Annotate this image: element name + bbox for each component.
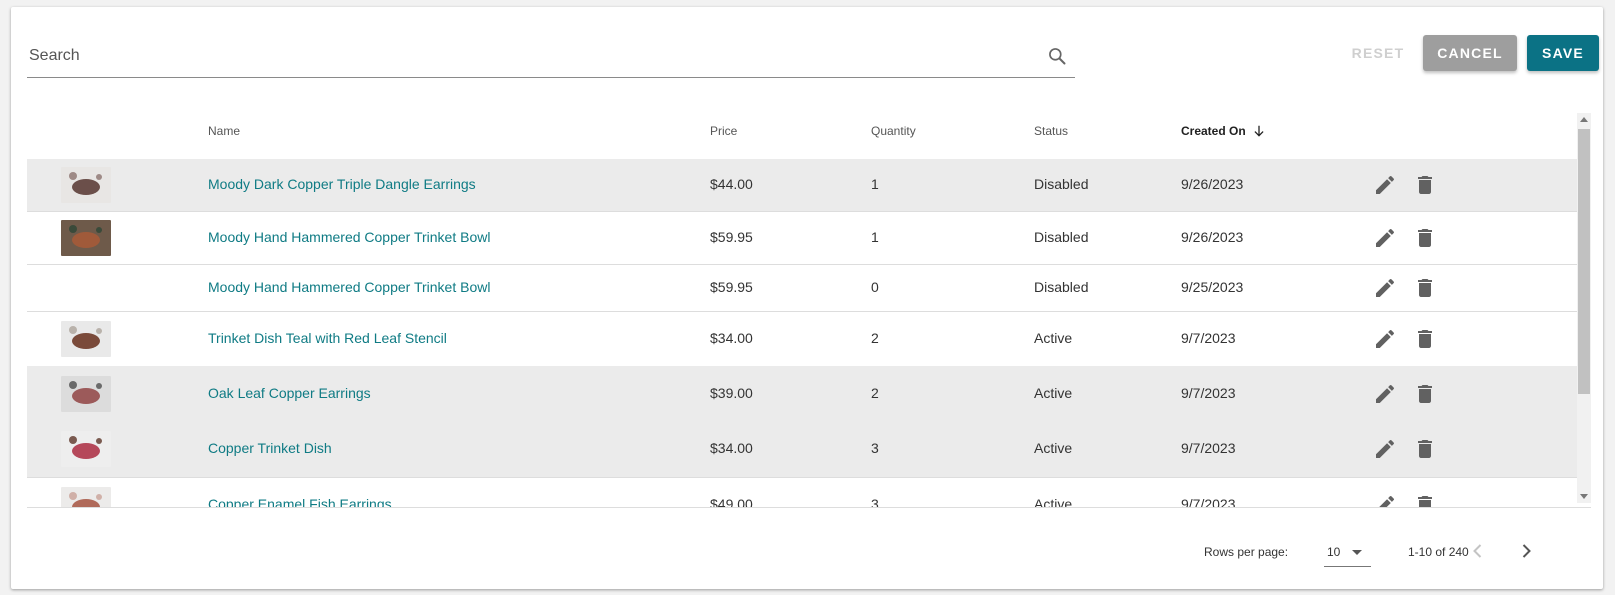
delete-icon[interactable]	[1413, 226, 1437, 250]
scroll-up-arrow-icon[interactable]	[1580, 117, 1588, 122]
quantity-cell: 1	[871, 176, 879, 192]
search-field[interactable]	[27, 35, 1075, 78]
quantity-cell: 3	[871, 496, 879, 508]
edit-icon[interactable]	[1373, 327, 1397, 351]
price-cell: $49.00	[710, 496, 753, 508]
created-on-cell: 9/26/2023	[1181, 229, 1244, 245]
product-thumbnail	[61, 321, 111, 357]
status-cell: Disabled	[1034, 176, 1089, 192]
edit-icon[interactable]	[1373, 173, 1397, 197]
column-header-created-on[interactable]: Created On	[1181, 124, 1266, 138]
quantity-cell: 1	[871, 229, 879, 245]
product-thumbnail	[61, 431, 111, 467]
product-table: Name Price Quantity Status Created On Mo…	[27, 107, 1591, 508]
product-name-link[interactable]: Copper Trinket Dish	[208, 440, 332, 456]
price-cell: $34.00	[710, 330, 753, 346]
column-header-name[interactable]: Name	[208, 124, 240, 138]
product-name-link[interactable]: Copper Enamel Fish Earrings	[208, 496, 392, 507]
table-header: Name Price Quantity Status Created On	[27, 107, 1580, 160]
price-cell: $59.95	[710, 229, 753, 245]
table-row[interactable]: Moody Hand Hammered Copper Trinket Bowl $…	[27, 264, 1580, 312]
status-cell: Disabled	[1034, 279, 1089, 295]
column-header-status[interactable]: Status	[1034, 124, 1068, 138]
table-scrollbar[interactable]	[1577, 113, 1591, 503]
delete-icon[interactable]	[1413, 493, 1437, 508]
product-name-link[interactable]: Trinket Dish Teal with Red Leaf Stencil	[208, 330, 447, 346]
edit-icon[interactable]	[1373, 226, 1397, 250]
quantity-cell: 3	[871, 440, 879, 456]
product-thumbnail	[61, 376, 111, 412]
status-cell: Active	[1034, 385, 1073, 401]
table-row[interactable]: Oak Leaf Copper Earrings $39.00 2 Active 9/7…	[27, 366, 1580, 422]
edit-icon[interactable]	[1373, 382, 1397, 406]
product-name-link[interactable]: Moody Dark Copper Triple Dangle Earrings	[208, 176, 476, 192]
cancel-button[interactable]: CANCEL	[1423, 35, 1517, 71]
save-button[interactable]: SAVE	[1527, 35, 1599, 71]
created-on-cell: 9/7/2023	[1181, 385, 1236, 401]
product-name-link[interactable]: Oak Leaf Copper Earrings	[208, 385, 371, 401]
rows-per-page-label: Rows per page:	[1204, 545, 1289, 559]
price-cell: $44.00	[710, 176, 753, 192]
price-cell: $34.00	[710, 440, 753, 456]
quantity-cell: 2	[871, 385, 879, 401]
scrollbar-thumb[interactable]	[1578, 129, 1590, 394]
product-table-card: RESET CANCEL SAVE Name Price Quantity St…	[11, 7, 1603, 589]
quantity-cell: 2	[871, 330, 879, 346]
edit-icon[interactable]	[1373, 437, 1397, 461]
table-row[interactable]: Copper Trinket Dish $34.00 3 Active 9/7/2023	[27, 421, 1580, 478]
pagination-range: 1-10 of 240	[1408, 545, 1469, 559]
price-cell: $39.00	[710, 385, 753, 401]
status-cell: Active	[1034, 440, 1073, 456]
status-cell: Active	[1034, 330, 1073, 346]
created-on-cell: 9/7/2023	[1181, 440, 1236, 456]
column-header-created-on-label: Created On	[1181, 124, 1246, 138]
chevron-right-icon[interactable]	[1514, 539, 1538, 563]
table-row[interactable]: Copper Enamel Fish Earrings $49.00 3 Active…	[27, 477, 1580, 508]
scroll-down-arrow-icon[interactable]	[1580, 494, 1588, 499]
product-name-link[interactable]: Moody Hand Hammered Copper Trinket Bowl	[208, 229, 490, 245]
product-thumbnail	[61, 220, 111, 256]
table-row[interactable]: Moody Dark Copper Triple Dangle Earrings…	[27, 159, 1580, 212]
table-row[interactable]: Trinket Dish Teal with Red Leaf Stencil $…	[27, 311, 1580, 367]
created-on-cell: 9/7/2023	[1181, 496, 1236, 508]
edit-icon[interactable]	[1373, 493, 1397, 508]
edit-icon[interactable]	[1373, 276, 1397, 300]
table-row[interactable]: Moody Hand Hammered Copper Trinket Bowl $…	[27, 211, 1580, 265]
reset-button[interactable]: RESET	[1343, 35, 1413, 71]
column-header-quantity[interactable]: Quantity	[871, 124, 916, 138]
rows-per-page-select[interactable]: 10	[1324, 538, 1371, 567]
quantity-cell: 0	[871, 279, 879, 295]
delete-icon[interactable]	[1413, 276, 1437, 300]
column-header-price[interactable]: Price	[710, 124, 737, 138]
arrow-down-icon	[1254, 125, 1264, 137]
delete-icon[interactable]	[1413, 382, 1437, 406]
price-cell: $59.95	[710, 279, 753, 295]
created-on-cell: 9/26/2023	[1181, 176, 1244, 192]
product-thumbnail	[61, 487, 111, 507]
delete-icon[interactable]	[1413, 173, 1437, 197]
search-icon[interactable]	[1047, 46, 1067, 66]
search-input[interactable]	[27, 41, 991, 71]
created-on-cell: 9/25/2023	[1181, 279, 1244, 295]
delete-icon[interactable]	[1413, 437, 1437, 461]
delete-icon[interactable]	[1413, 327, 1437, 351]
product-thumbnail	[61, 167, 111, 203]
rows-per-page-value: 10	[1327, 545, 1341, 559]
caret-down-icon	[1352, 550, 1362, 555]
status-cell: Active	[1034, 496, 1073, 508]
created-on-cell: 9/7/2023	[1181, 330, 1236, 346]
product-name-link[interactable]: Moody Hand Hammered Copper Trinket Bowl	[208, 279, 490, 295]
chevron-left-icon[interactable]	[1466, 539, 1490, 563]
status-cell: Disabled	[1034, 229, 1089, 245]
